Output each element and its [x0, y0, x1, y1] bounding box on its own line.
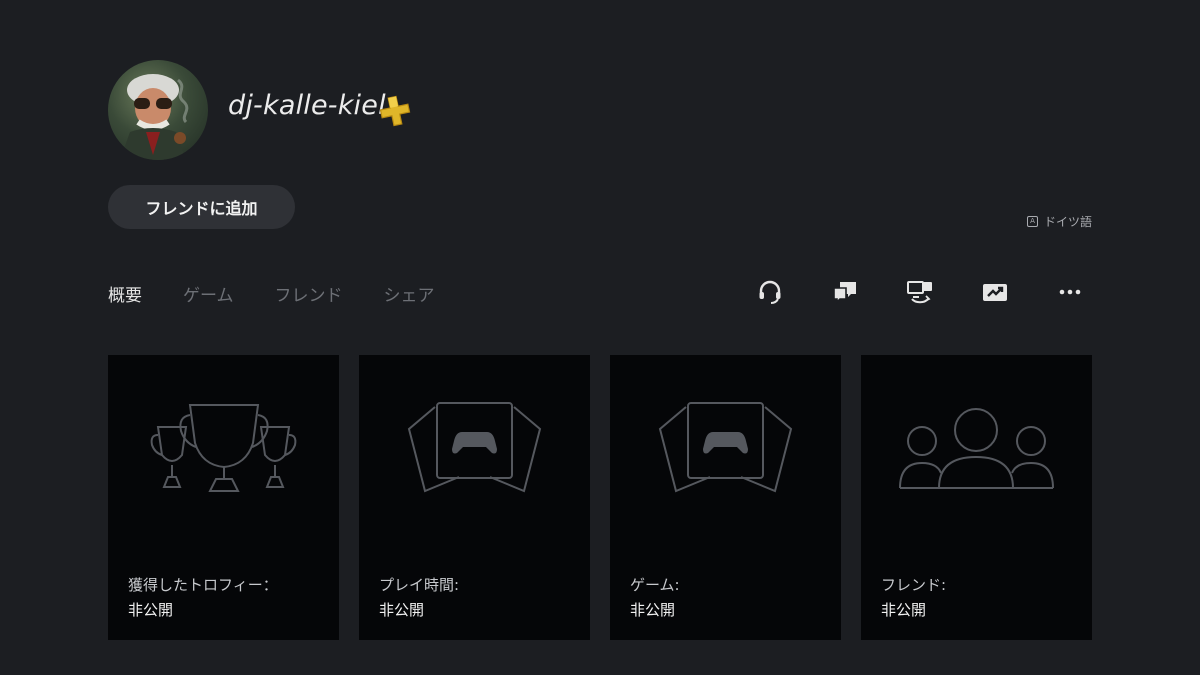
games-card[interactable]: ゲーム: 非公開: [610, 355, 841, 640]
games-label: ゲーム:: [630, 576, 680, 594]
playtime-card[interactable]: プレイ時間: 非公開: [359, 355, 590, 640]
language-label: ドイツ語: [1043, 215, 1092, 229]
friends-value: 非公開: [881, 601, 927, 619]
more-icon[interactable]: [1056, 278, 1084, 306]
playtime-value: 非公開: [379, 601, 425, 619]
friends-card[interactable]: フレンド: 非公開: [861, 355, 1092, 640]
playstation-plus-icon: [379, 95, 411, 127]
friends-label: フレンド:: [881, 576, 947, 594]
game-library-icon: [658, 402, 793, 493]
language-indicator[interactable]: A ドイツ語: [1026, 213, 1092, 230]
add-friend-button[interactable]: フレンドに追加: [108, 185, 295, 229]
share-screen-icon[interactable]: [981, 278, 1009, 306]
messages-icon[interactable]: [831, 278, 859, 306]
avatar-image: [120, 74, 189, 160]
game-library-icon: [407, 402, 542, 493]
trophies-label: 獲得したトロフィー：: [128, 576, 278, 594]
trophies-card[interactable]: 獲得したトロフィー： 非公開: [108, 355, 339, 640]
remote-play-icon[interactable]: [906, 278, 934, 306]
profile-actions: [0, 278, 1200, 308]
username: dj-kalle-kiel: [228, 90, 386, 121]
avatar[interactable]: [108, 60, 208, 160]
headset-icon[interactable]: [756, 278, 784, 306]
trophies-value: 非公開: [128, 601, 174, 619]
translate-icon: A: [1026, 216, 1038, 227]
games-value: 非公開: [630, 601, 676, 619]
friends-icon: [899, 408, 1054, 489]
playtime-label: プレイ時間:: [379, 576, 460, 594]
trophy-icon: [150, 404, 297, 492]
